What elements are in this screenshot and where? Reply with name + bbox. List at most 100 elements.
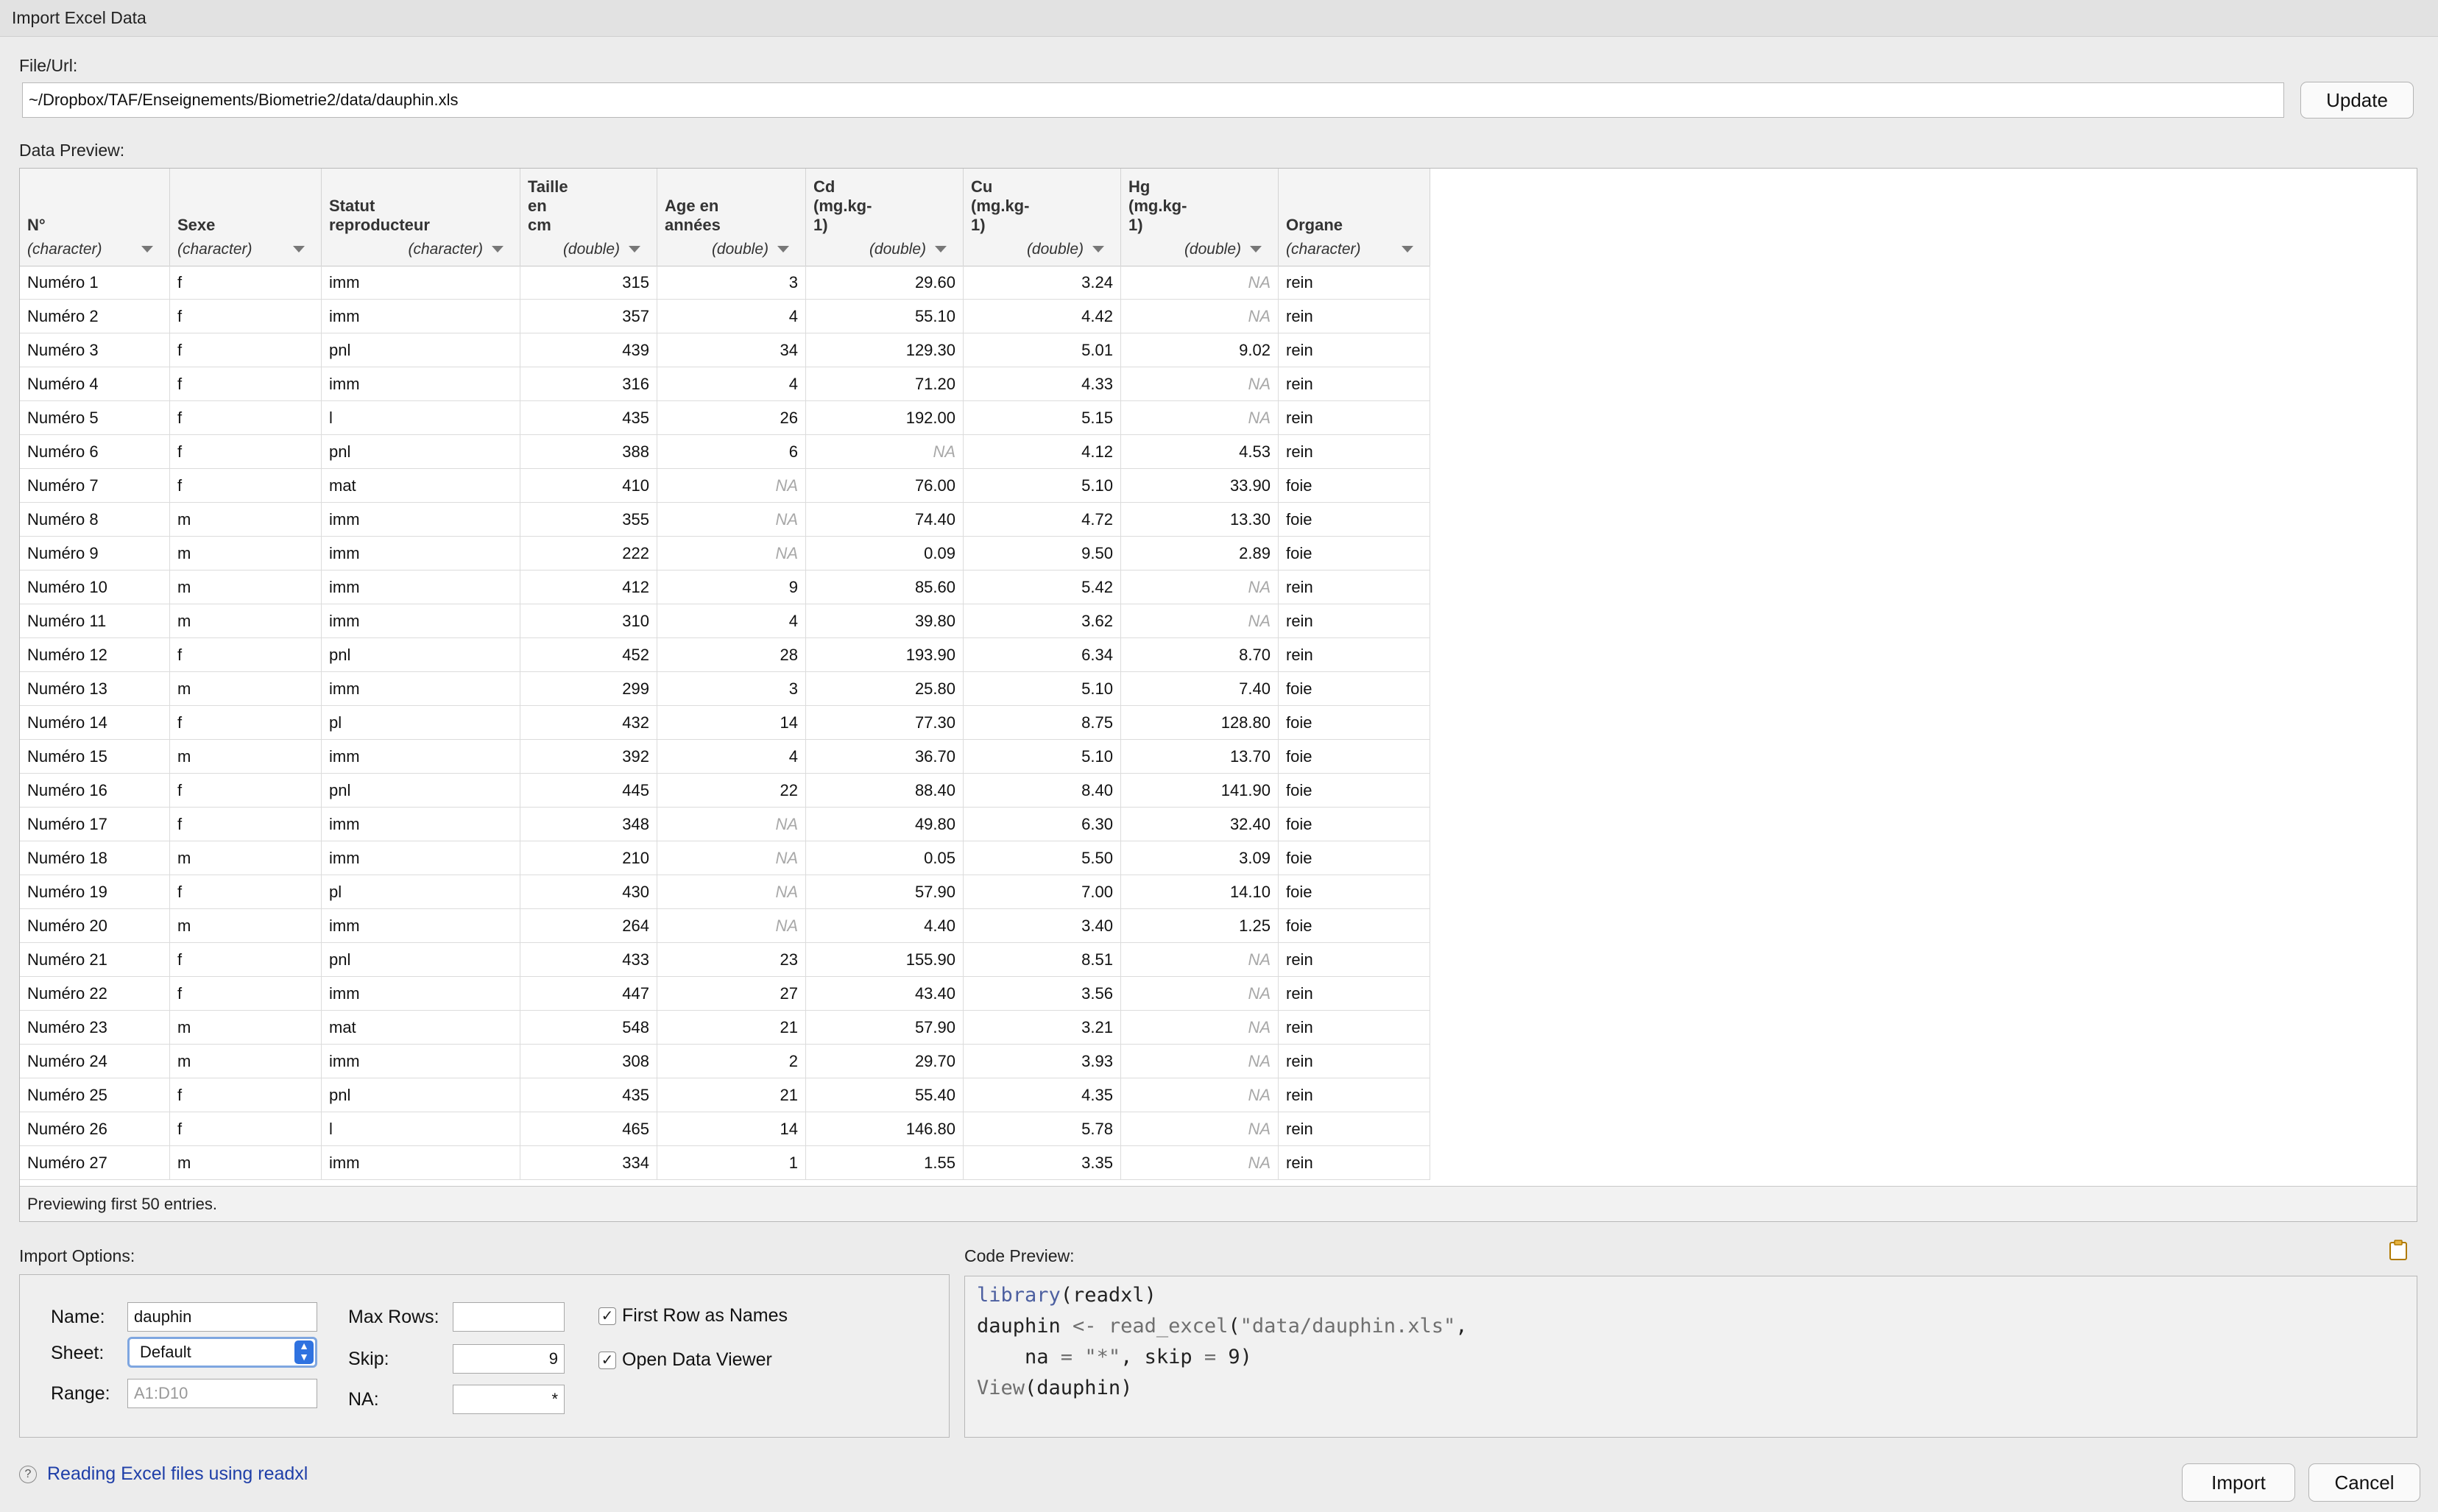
range-input[interactable]: A1:D10 xyxy=(127,1379,317,1408)
data-preview-panel[interactable]: N° (character) Sexe (character) Statut repro… xyxy=(19,168,2417,1222)
clipboard-icon[interactable] xyxy=(2388,1239,2409,1261)
name-input[interactable]: dauphin xyxy=(127,1302,317,1332)
column-header[interactable]: Statut reproducteur (character) xyxy=(322,169,520,266)
skip-input[interactable]: 9 xyxy=(453,1344,565,1374)
table-cell: 6.30 xyxy=(964,808,1121,841)
table-cell: NA xyxy=(1121,1146,1279,1180)
table-cell: f xyxy=(170,469,322,503)
table-cell: rein xyxy=(1279,977,1430,1011)
table-cell: f xyxy=(170,333,322,367)
table-cell: 49.80 xyxy=(806,808,964,841)
table-cell: imm xyxy=(322,1146,520,1180)
table-cell: Numéro 4 xyxy=(20,367,170,401)
table-cell: Numéro 26 xyxy=(20,1112,170,1146)
table-cell: 21 xyxy=(657,1011,806,1045)
file-url-input[interactable]: ~/Dropbox/TAF/Enseignements/Biometrie2/d… xyxy=(22,82,2284,118)
table-cell: 0.09 xyxy=(806,537,964,570)
column-header[interactable]: Sexe (character) xyxy=(170,169,322,266)
table-cell: f xyxy=(170,1078,322,1112)
table-cell: pnl xyxy=(322,774,520,808)
table-cell: 5.10 xyxy=(964,672,1121,706)
table-cell: rein xyxy=(1279,570,1430,604)
table-cell: f xyxy=(170,774,322,808)
table-cell: 71.20 xyxy=(806,367,964,401)
table-cell: 210 xyxy=(520,841,657,875)
column-header[interactable]: Age en années (double) xyxy=(657,169,806,266)
table-cell: NA xyxy=(1121,367,1279,401)
column-header[interactable]: Cd (mg.kg- 1) (double) xyxy=(806,169,964,266)
column-header[interactable]: Organe (character) xyxy=(1279,169,1430,266)
column-menu-caret-icon[interactable] xyxy=(492,246,504,252)
column-menu-caret-icon[interactable] xyxy=(141,246,153,252)
open-viewer-checkbox[interactable]: ✓ xyxy=(598,1352,616,1369)
table-cell: foie xyxy=(1279,672,1430,706)
table-cell: foie xyxy=(1279,909,1430,943)
table-row: Numéro 4 f imm 316 4 71.20 4.33 NA rein xyxy=(20,367,1430,401)
skip-label: Skip: xyxy=(348,1349,389,1369)
column-header[interactable]: N° (character) xyxy=(20,169,170,266)
range-label: Range: xyxy=(51,1383,110,1404)
table-cell: Numéro 7 xyxy=(20,469,170,503)
table-cell: 222 xyxy=(520,537,657,570)
column-name: Taille en cm xyxy=(528,177,568,234)
table-cell: 4 xyxy=(657,367,806,401)
grid-header: N° (character) Sexe (character) Statut repro… xyxy=(20,169,1430,266)
table-cell: 57.90 xyxy=(806,875,964,909)
column-menu-caret-icon[interactable] xyxy=(293,246,305,252)
table-cell: 36.70 xyxy=(806,740,964,774)
table-cell: NA xyxy=(657,909,806,943)
table-cell: NA xyxy=(1121,1045,1279,1078)
table-cell: rein xyxy=(1279,943,1430,977)
table-cell: rein xyxy=(1279,1011,1430,1045)
na-input[interactable]: * xyxy=(453,1385,565,1414)
column-menu-caret-icon[interactable] xyxy=(1402,246,1413,252)
table-cell: Numéro 23 xyxy=(20,1011,170,1045)
column-menu-caret-icon[interactable] xyxy=(777,246,789,252)
column-menu-caret-icon[interactable] xyxy=(1250,246,1262,252)
table-cell: Numéro 11 xyxy=(20,604,170,638)
table-cell: f xyxy=(170,977,322,1011)
sheet-label: Sheet: xyxy=(51,1343,105,1363)
update-button[interactable]: Update xyxy=(2300,82,2414,119)
max-rows-input[interactable] xyxy=(453,1302,565,1332)
data-grid[interactable]: N° (character) Sexe (character) Statut repro… xyxy=(20,169,1430,1186)
code-preview-box[interactable]: library(readxl) dauphin <- read_excel("d… xyxy=(964,1276,2417,1438)
cancel-button[interactable]: Cancel xyxy=(2308,1463,2420,1502)
table-cell: 1 xyxy=(657,1146,806,1180)
column-header[interactable]: Taille en cm (double) xyxy=(520,169,657,266)
table-cell: Numéro 1 xyxy=(20,266,170,300)
column-menu-caret-icon[interactable] xyxy=(1092,246,1104,252)
file-url-label: File/Url: xyxy=(19,56,78,75)
table-row: Numéro 19 f pl 430 NA 57.90 7.00 14.10 foie xyxy=(20,875,1430,909)
table-cell: 28 xyxy=(657,638,806,672)
column-menu-caret-icon[interactable] xyxy=(935,246,947,252)
column-header[interactable]: Hg (mg.kg- 1) (double) xyxy=(1121,169,1279,266)
table-cell: 4.53 xyxy=(1121,435,1279,469)
column-header[interactable]: Cu (mg.kg- 1) (double) xyxy=(964,169,1121,266)
column-type: (character) xyxy=(1286,241,1361,258)
help-icon: ? xyxy=(19,1466,37,1483)
column-menu-caret-icon[interactable] xyxy=(629,246,640,252)
table-cell: 4.35 xyxy=(964,1078,1121,1112)
table-cell: Numéro 16 xyxy=(20,774,170,808)
table-cell: 129.30 xyxy=(806,333,964,367)
column-type: (character) xyxy=(177,241,252,258)
readxl-help-link[interactable]: Reading Excel files using readxl xyxy=(47,1463,308,1485)
table-cell: Numéro 17 xyxy=(20,808,170,841)
import-button[interactable]: Import xyxy=(2182,1463,2295,1502)
table-cell: 548 xyxy=(520,1011,657,1045)
table-cell: 32.40 xyxy=(1121,808,1279,841)
table-cell: NA xyxy=(657,875,806,909)
table-cell: pnl xyxy=(322,943,520,977)
table-cell: Numéro 19 xyxy=(20,875,170,909)
table-row: Numéro 27 m imm 334 1 1.55 3.35 NA rein xyxy=(20,1146,1430,1180)
first-row-checkbox[interactable]: ✓ xyxy=(598,1307,616,1325)
table-cell: 430 xyxy=(520,875,657,909)
table-cell: 8.40 xyxy=(964,774,1121,808)
table-cell: rein xyxy=(1279,1112,1430,1146)
table-cell: m xyxy=(170,909,322,943)
code-line-2: dauphin <- read_excel("data/dauphin.xls"… xyxy=(977,1315,1468,1338)
table-cell: 3.09 xyxy=(1121,841,1279,875)
table-cell: imm xyxy=(322,977,520,1011)
sheet-select[interactable]: Default ▲ ▼ xyxy=(127,1337,317,1368)
